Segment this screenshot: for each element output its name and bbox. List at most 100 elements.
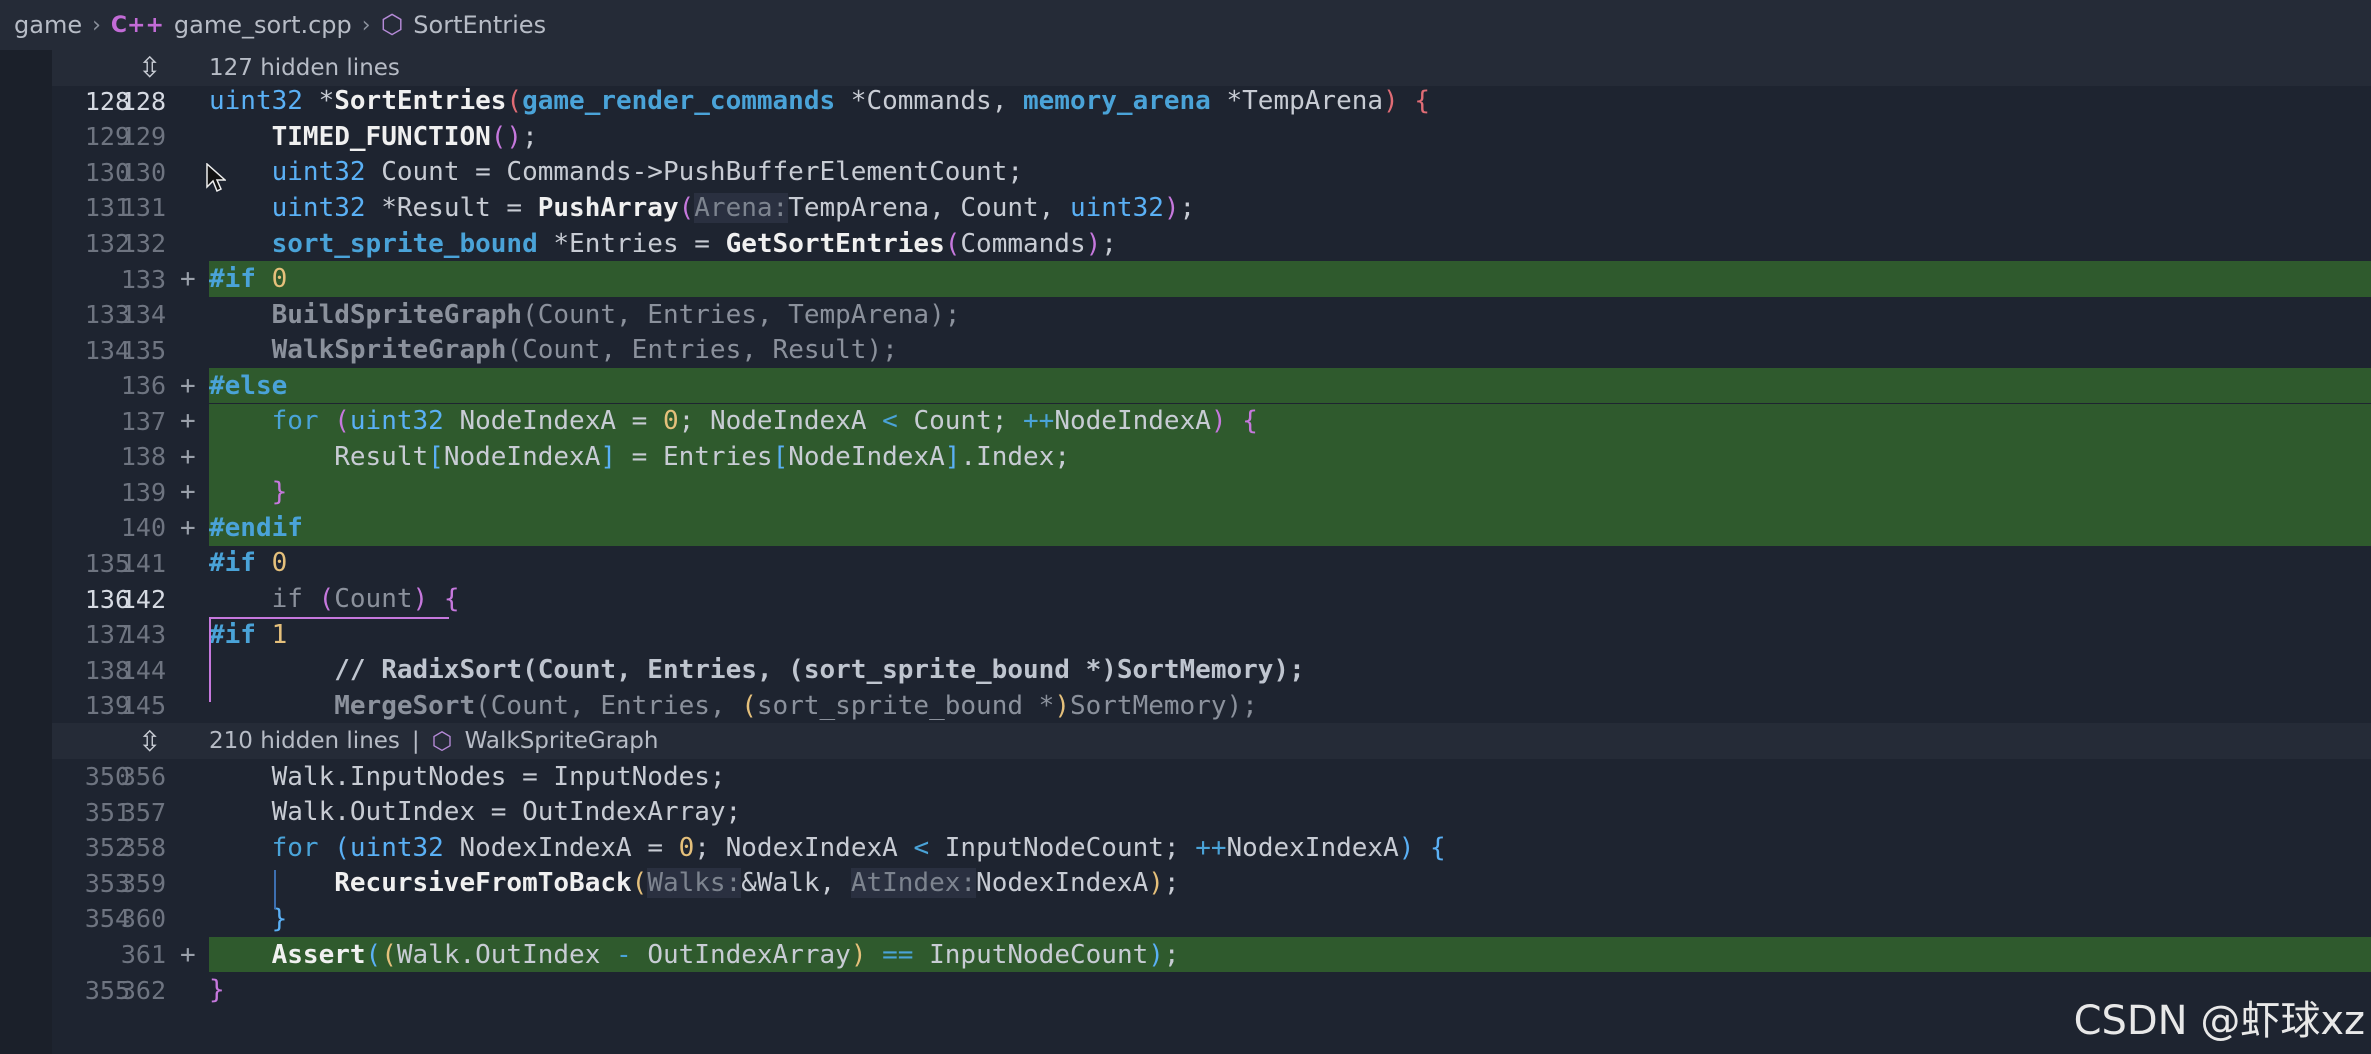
code-text[interactable]: uint32 Count = Commands->PushBufferEleme… (209, 155, 2371, 191)
added-code-line[interactable]: #if 0 133 + (52, 261, 2371, 297)
code-line[interactable]: uint32 Count = Commands->PushBufferEleme… (52, 155, 2371, 191)
code-text[interactable]: #if 0 (209, 261, 2371, 297)
hidden-lines-fold-top[interactable]: ⇳ 127 hidden lines (52, 50, 2371, 86)
code-token: TIMED_FUNCTION (271, 121, 491, 152)
code-line[interactable]: BuildSpriteGraph (Count, Entries, TempAre… (52, 297, 2371, 333)
code-text[interactable]: #if 1 (209, 617, 2371, 653)
code-token: ) (1148, 868, 1164, 899)
code-text[interactable]: } (209, 474, 2371, 511)
code-text[interactable]: uint32 *Result = PushArray(Arena: TempAre… (209, 190, 2371, 226)
code-text[interactable]: #else (209, 367, 2371, 404)
code-token: Walk.InputNodes = InputNodes; (209, 761, 726, 792)
breadcrumb-folder[interactable]: game (14, 11, 82, 39)
code-token: NodeIndexA (788, 441, 945, 472)
code-text[interactable]: TIMED_FUNCTION(); (209, 119, 2371, 155)
code-line[interactable]: for (uint32 NodexIndexA = 0; NodexIndexA… (52, 830, 2371, 866)
gutter-margin (0, 50, 52, 1054)
code-line[interactable]: } 354 360 (52, 901, 2371, 937)
hidden-lines-label: 210 hidden lines (209, 728, 400, 755)
unfold-icon[interactable]: ⇳ (138, 725, 161, 758)
code-token: 0 (678, 832, 695, 863)
code-text[interactable]: } (209, 901, 2371, 937)
code-text[interactable]: #if 0 (209, 546, 2371, 582)
unfold-icon[interactable]: ⇳ (138, 51, 161, 84)
code-token: ( (944, 228, 961, 259)
added-code-line[interactable]: } 139 + (52, 474, 2371, 511)
code-text[interactable]: #endif (209, 510, 2371, 546)
code-text[interactable]: // RadixSort(Count, Entries, (sort_sprit… (209, 652, 2371, 688)
code-token: uint32 (209, 86, 303, 117)
code-line[interactable]: uint32 *Result = PushArray(Arena: TempAre… (52, 190, 2371, 226)
added-code-line[interactable]: for (uint32 NodeIndexA = 0; NodeIndexA <… (52, 403, 2371, 439)
code-line[interactable]: sort_sprite_bound *Entries = GetSortEntr… (52, 226, 2371, 262)
code-text[interactable]: MergeSort (Count, Entries, (sort_sprite_b… (209, 688, 2371, 724)
code-text[interactable]: BuildSpriteGraph (Count, Entries, TempAre… (209, 297, 2371, 333)
code-token: 0 (662, 406, 679, 437)
code-line[interactable]: TIMED_FUNCTION(); 129 129 (52, 119, 2371, 155)
code-token: sort_sprite_bound * (756, 690, 1055, 721)
diff-editor[interactable]: ⇳ 127 hidden lines ⇳ 210 hidden lines | … (52, 50, 2371, 1054)
breadcrumb-symbol[interactable]: SortEntries (413, 11, 546, 39)
code-token: uint32 (271, 157, 366, 188)
code-line[interactable]: Walk.InputNodes = InputNodes; 350 356 (52, 759, 2371, 795)
code-text[interactable]: } (209, 972, 2371, 1008)
added-code-line[interactable]: #endif 140 + (52, 510, 2371, 546)
code-token: for (271, 406, 319, 437)
code-text[interactable]: for (uint32 NodexIndexA = 0; NodexIndexA… (209, 830, 2371, 866)
code-text[interactable]: sort_sprite_bound *Entries = GetSortEntr… (209, 226, 2371, 262)
code-token: if (271, 584, 303, 614)
hidden-lines-fold-mid[interactable]: ⇳ 210 hidden lines | ⬡ WalkSpriteGraph (52, 723, 2371, 759)
code-token: Count = Commands->PushBufferElementCount… (365, 157, 1023, 188)
code-token: Walk.OutIndex = OutIndexArray; (209, 797, 742, 828)
added-line-marker: + (180, 264, 196, 295)
code-line[interactable]: #if 1 137 143 (52, 617, 2371, 653)
code-token: NodexIndexA (1226, 832, 1399, 863)
code-text[interactable]: Walk.OutIndex = OutIndexArray; (209, 795, 2371, 831)
code-line[interactable]: } 355 362 (52, 972, 2371, 1008)
code-line[interactable]: if (Count) {136 142 (52, 581, 2371, 617)
new-line-number: 141 (120, 548, 166, 578)
code-token: &Walk, (741, 868, 851, 899)
added-line-marker: + (180, 370, 196, 401)
code-text[interactable]: Assert((Walk.OutIndex - OutIndexArray) =… (209, 936, 2371, 973)
code-token: OutIndexArray (631, 939, 851, 970)
code-token: == (882, 939, 914, 970)
symbol-cube-icon: ⬡ (380, 10, 404, 40)
code-line[interactable]: Walk.OutIndex = OutIndexArray; 351 357 (52, 795, 2371, 831)
new-line-number: 130 (120, 157, 166, 187)
code-line[interactable]: RecursiveFromToBack(Walks: &Walk, AtIndex… (52, 866, 2371, 902)
code-line[interactable]: WalkSpriteGraph (Count, Entries, Result);… (52, 332, 2371, 368)
preprocessor-guide (209, 616, 449, 619)
code-text[interactable]: Walk.InputNodes = InputNodes; (209, 759, 2371, 795)
breadcrumb-file[interactable]: game_sort.cpp (174, 11, 352, 39)
code-text[interactable]: uint32 * SortEntries(game_render_commands… (209, 84, 2371, 120)
code-text[interactable]: if (Count) { (209, 581, 2371, 617)
code-text[interactable]: Result[NodeIndexA] = Entries[NodeIndexA]… (209, 439, 2371, 475)
code-line[interactable]: uint32 * SortEntries(game_render_commands… (52, 84, 2371, 120)
added-code-line[interactable]: #else 136 + (52, 367, 2371, 404)
code-line[interactable]: #if 0 135 141 (52, 546, 2371, 582)
added-line-marker: + (180, 441, 196, 472)
code-token: ++ (1023, 406, 1055, 437)
added-code-line[interactable]: Assert((Walk.OutIndex - OutIndexArray) =… (52, 936, 2371, 973)
code-token: NodeIndexA (443, 441, 601, 472)
code-line[interactable]: // RadixSort(Count, Entries, (sort_sprit… (52, 652, 2371, 688)
fold-symbol[interactable]: WalkSpriteGraph (465, 728, 659, 754)
code-token: InputNodeCount (913, 939, 1149, 970)
code-token: ) (412, 584, 429, 614)
code-token: BuildSpriteGraph (271, 299, 523, 330)
code-text[interactable]: for (uint32 NodeIndexA = 0; NodeIndexA <… (209, 403, 2371, 439)
code-token: { (443, 584, 460, 614)
code-token: ; NodeIndexA (678, 406, 883, 437)
preprocessor-guide (209, 616, 211, 703)
code-text[interactable]: WalkSpriteGraph (Count, Entries, Result); (209, 332, 2371, 368)
new-line-number: 356 (120, 762, 166, 792)
added-code-line[interactable]: Result[NodeIndexA] = Entries[NodeIndexA]… (52, 439, 2371, 475)
code-line[interactable]: MergeSort (Count, Entries, (sort_sprite_b… (52, 688, 2371, 724)
code-text[interactable]: RecursiveFromToBack(Walks: &Walk, AtIndex… (209, 866, 2371, 902)
code-token: Result (209, 441, 429, 472)
